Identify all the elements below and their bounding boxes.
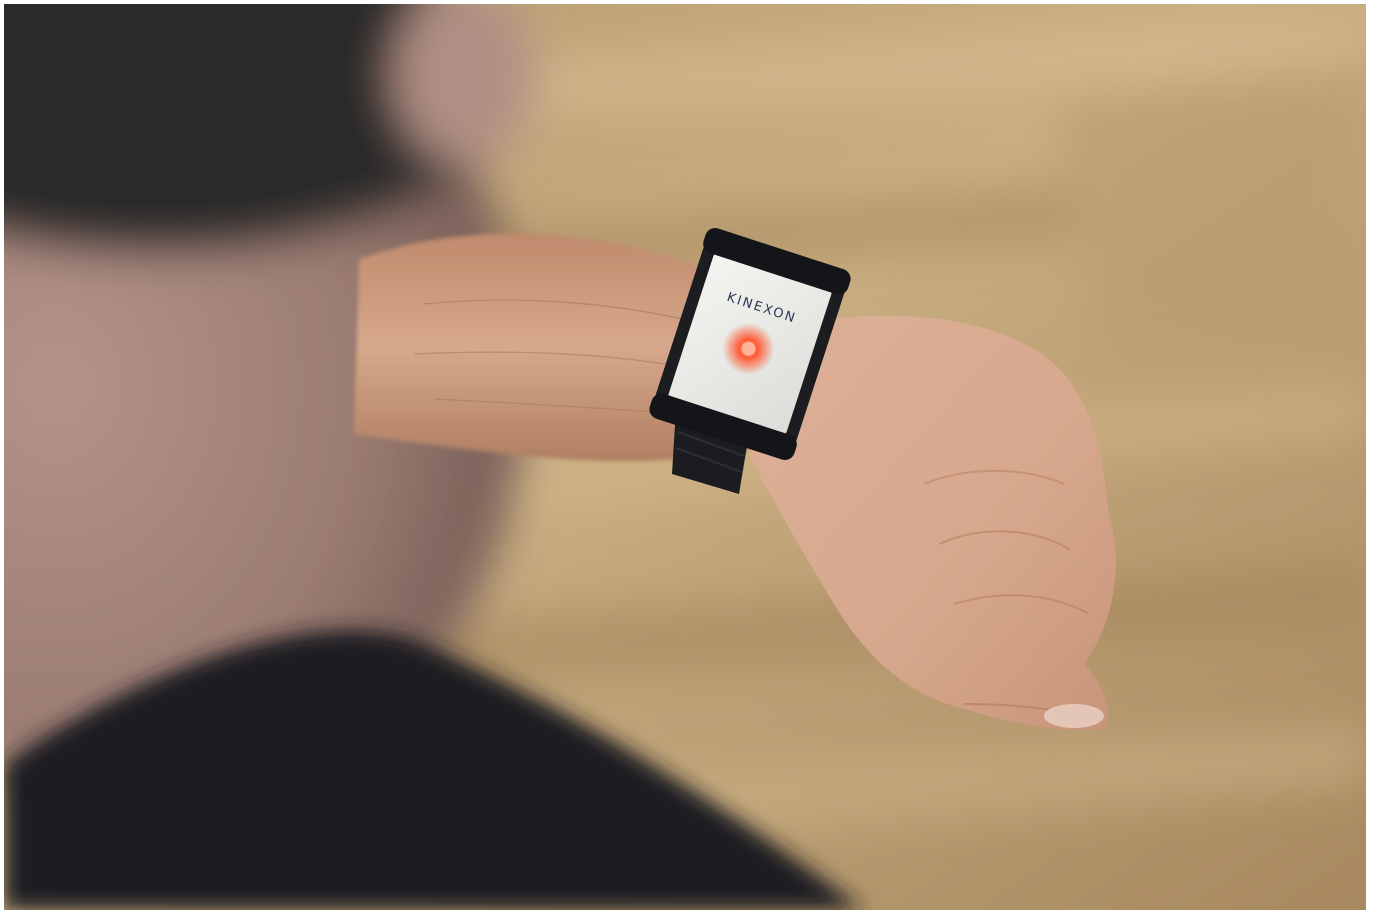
photo: KINEXON <box>4 4 1366 910</box>
